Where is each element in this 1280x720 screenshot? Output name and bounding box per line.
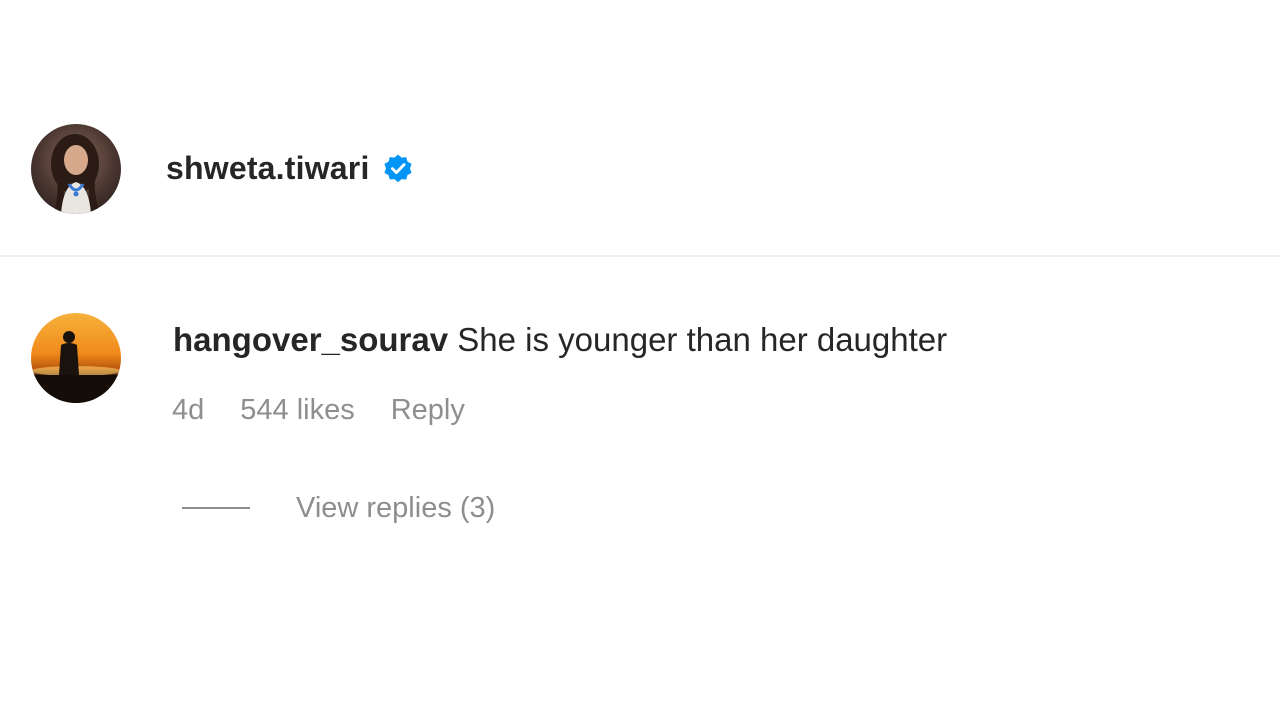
commenter-avatar[interactable] (31, 313, 121, 403)
instagram-comment-view: shweta.tiwari hangover_sourav She is you… (0, 0, 1280, 720)
comment-meta: 4d 544 likes Reply (172, 388, 465, 432)
comment-likes-count[interactable]: 544 likes (240, 394, 354, 427)
view-replies-button[interactable]: View replies (3) (182, 486, 495, 530)
comment-text: She is younger than her daughter (448, 321, 948, 358)
commenter-avatar-image (31, 313, 121, 403)
author-avatar[interactable] (31, 124, 121, 214)
replies-divider-line (182, 507, 250, 509)
author-avatar-image (31, 124, 121, 214)
reply-button[interactable]: Reply (391, 394, 465, 427)
verified-badge-icon (382, 153, 414, 185)
comment-body: hangover_sourav She is younger than her … (173, 318, 947, 362)
author-username[interactable]: shweta.tiwari (166, 150, 370, 187)
header-divider (0, 255, 1280, 257)
view-replies-label: View replies (3) (296, 491, 496, 524)
comment-timestamp[interactable]: 4d (172, 394, 204, 427)
commenter-username[interactable]: hangover_sourav (173, 321, 448, 358)
post-header: shweta.tiwari (0, 0, 1280, 256)
author-name-row: shweta.tiwari (166, 146, 414, 190)
